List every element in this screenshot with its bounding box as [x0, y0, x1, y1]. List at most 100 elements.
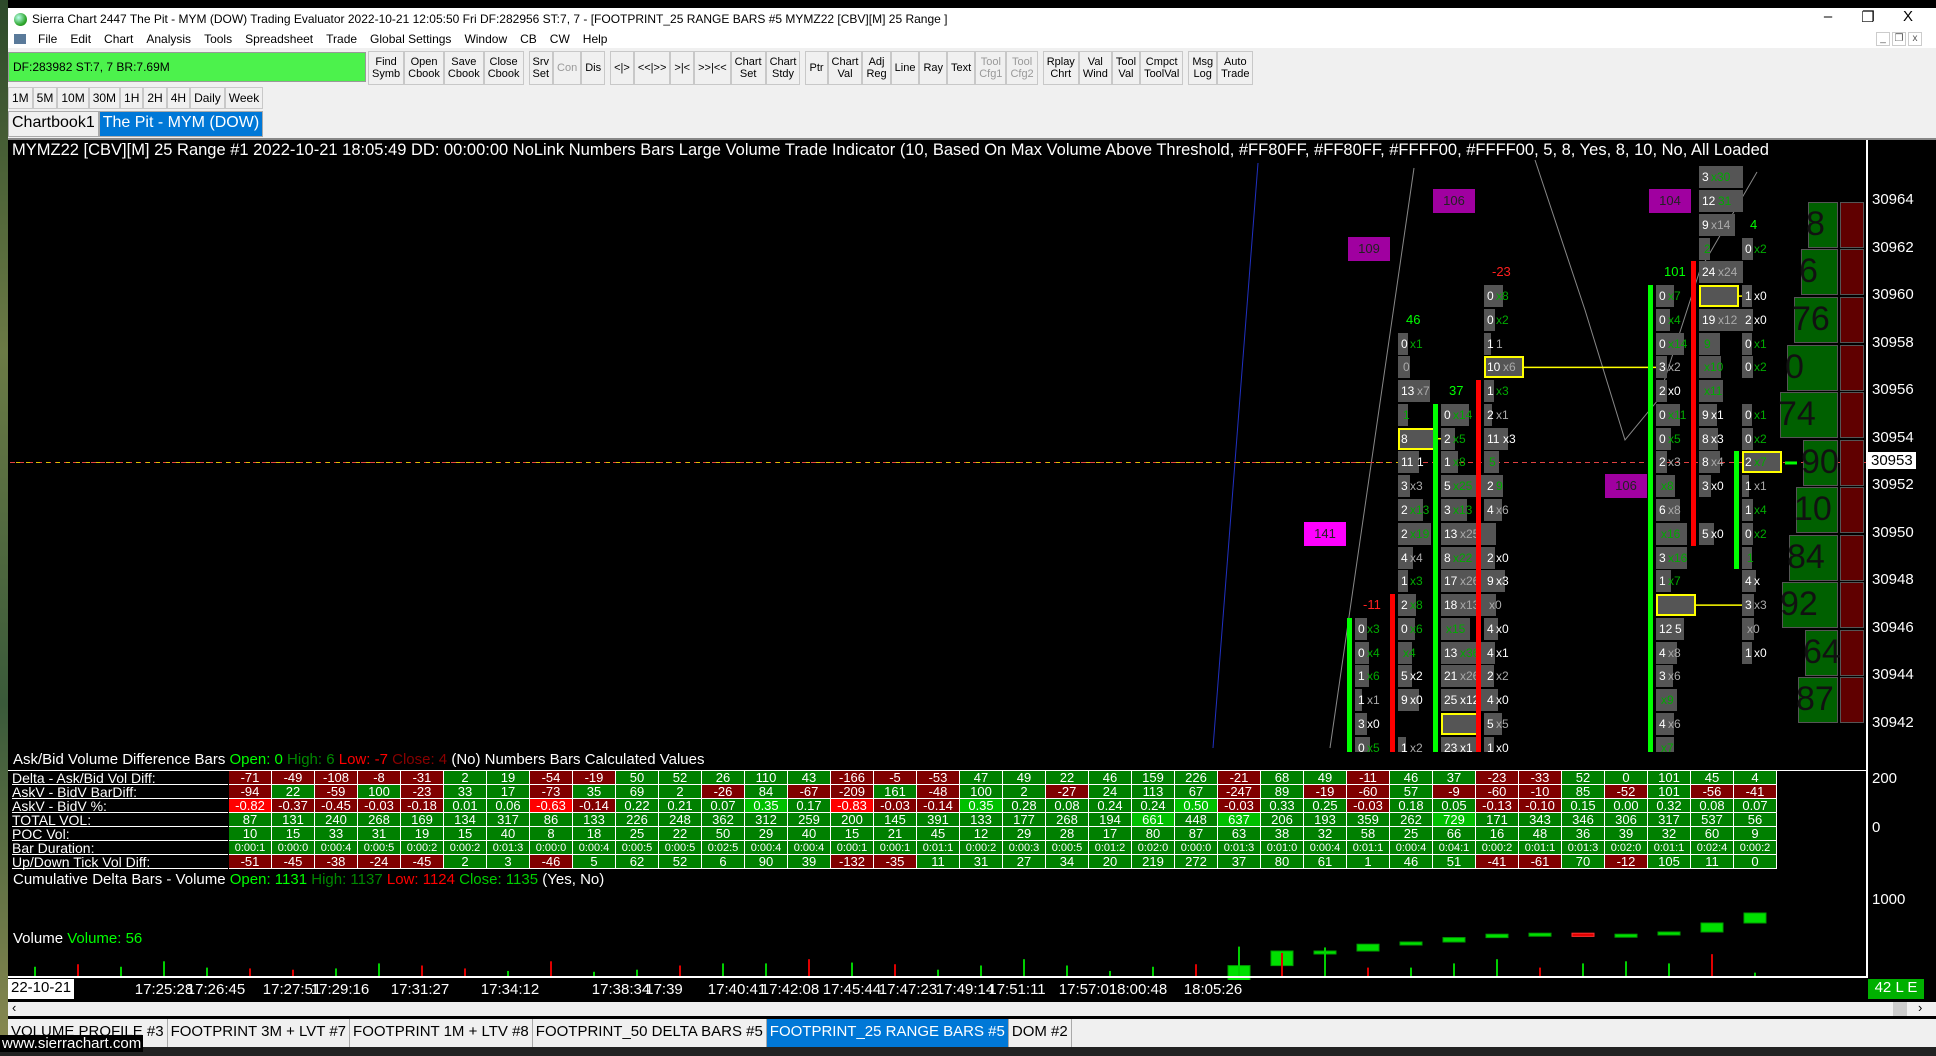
footprint-bid: 3 [1659, 550, 1666, 565]
table-cell: 0:00:0 [272, 841, 315, 855]
footprint-ask: x0 [1711, 479, 1724, 494]
table-cell: -247 [1218, 785, 1261, 799]
footprint-bid: 2 [1401, 526, 1408, 541]
large-volume-trade-box[interactable]: 106 [1605, 474, 1647, 499]
table-cell: 0.24 [1132, 799, 1175, 813]
table-cell: 0.15 [1562, 799, 1605, 813]
table-cell: 105 [1648, 855, 1691, 869]
large-volume-trade-box[interactable]: 104 [1649, 189, 1691, 213]
footprint-ask: x8 [1496, 289, 1509, 304]
chart-tab[interactable]: FOOTPRINT_50 DELTA BARS #5 [533, 1019, 767, 1047]
table-cell: 39 [1605, 827, 1648, 841]
table-cell: -0.18 [401, 799, 444, 813]
large-volume-trade-box[interactable]: 109 [1348, 236, 1390, 261]
table-cell: -59 [315, 785, 358, 799]
footprint-bid: 0 [1745, 360, 1752, 375]
chart-tab[interactable]: FOOTPRINT 1M + LTV #8 [350, 1019, 533, 1047]
footprint-bid: 9 [1702, 217, 1709, 232]
footprint-bid: 3 [1659, 360, 1666, 375]
table-cell: 0.17 [788, 799, 831, 813]
footprint-ask: x6 [1367, 669, 1380, 684]
large-volume-trade-box[interactable]: 106 [1433, 189, 1475, 213]
table-cell: 0.07 [702, 799, 745, 813]
table-cell: 0:00:4 [1390, 841, 1433, 855]
chart-tab[interactable]: FOOTPRINT_25 RANGE BARS #5 [766, 1019, 1009, 1047]
chart-tab[interactable]: FOOTPRINT 3M + LVT #7 [168, 1019, 351, 1047]
table-cell: -54 [530, 771, 573, 785]
table-cell: 312 [745, 813, 788, 827]
footprint-ask: x7 [1417, 384, 1430, 399]
footprint-ask: x16 [1668, 550, 1688, 565]
footprint-ask: x1 [1711, 407, 1724, 422]
table-cell: -60 [1476, 785, 1519, 799]
volume-bar [851, 962, 853, 976]
table-cell: -33 [1519, 771, 1562, 785]
footprint-bid: 2 [1659, 455, 1666, 470]
footprint-ask: x0 [1668, 384, 1681, 399]
table-cell: 34 [1046, 855, 1089, 869]
table-cell: 15 [831, 827, 874, 841]
scroll-left-arrow[interactable]: ‹ [12, 1000, 16, 1015]
scroll-thumb[interactable] [1893, 1002, 1907, 1016]
footprint-bid: 0 [1358, 645, 1365, 660]
cumdelta-candle [1657, 931, 1681, 936]
table-cell: -0.82 [229, 799, 272, 813]
footprint-bid: 4 [1487, 693, 1494, 708]
footprint-chart[interactable]: -11 0 x3 0 x4 1 x6 1 x1 3 x0 0 x5 46 0 x1 0 13 x7 1 8 11 1 3 x3 2… [0, 0, 1866, 752]
footprint-bid: 11 [1401, 455, 1414, 470]
footprint-ask: x3 [1410, 479, 1423, 494]
volume-bar [120, 966, 122, 976]
footprint-bid: 10 [1487, 360, 1501, 375]
price-axis[interactable] [1866, 140, 1868, 978]
footprint-bid: 3 [1444, 503, 1451, 517]
table-cell: 171 [1476, 813, 1519, 827]
table-cell: 0:02:5 [702, 841, 745, 855]
footprint-delta-label: 37 [1449, 383, 1464, 399]
chart-tab[interactable]: DOM #2 [1009, 1019, 1072, 1047]
table-cell: 169 [401, 813, 444, 827]
footprint-bid: 18 [1444, 598, 1458, 613]
volume-bar [679, 965, 681, 976]
footprint-bid: 19 [1702, 312, 1716, 327]
table-cell: 8 [530, 827, 573, 841]
scroll-right-arrow[interactable]: › [1918, 1000, 1922, 1015]
price-label: 30958 [1872, 333, 1914, 351]
table-cell: 0:01:1 [1648, 841, 1691, 855]
volume-bar [1324, 947, 1326, 976]
footprint-bid: 0 [1659, 407, 1666, 422]
table-cell: -46 [530, 855, 573, 869]
footprint-ask: x2 [1410, 669, 1423, 684]
table-cell: 87 [229, 813, 272, 827]
footprint-bid: 0 [1745, 431, 1752, 446]
volume-bar [1453, 963, 1455, 976]
footprint-bid: 3 [1702, 479, 1709, 494]
table-cell: 306 [1605, 813, 1648, 827]
table-cell: 101 [1648, 771, 1691, 785]
volume-profile-bid [1840, 487, 1864, 534]
table-cell: -53 [917, 771, 960, 785]
table-cell: 194 [1089, 813, 1132, 827]
table-cell: 0.25 [1304, 799, 1347, 813]
table-cell: 33 [444, 785, 487, 799]
table-cell: 40 [487, 827, 530, 841]
table-cell: 45 [917, 827, 960, 841]
askbid-open: Open: 0 [229, 751, 283, 768]
footprint-bid: 0 [1745, 241, 1752, 256]
table-cell: 1 [1347, 855, 1390, 869]
table-cell: 0:01:1 [1347, 841, 1390, 855]
table-cell: 4 [1734, 771, 1777, 785]
footprint-ask: x0 [1496, 621, 1509, 636]
table-cell: 48 [1519, 827, 1562, 841]
footprint-bar-range [1691, 261, 1696, 546]
large-volume-trade-box[interactable]: 141 [1304, 521, 1346, 546]
volume-bar [163, 961, 165, 976]
volume-bar [1539, 967, 1541, 976]
table-cell: 0:00:1 [874, 841, 917, 855]
footprint-bid: 3 [1659, 669, 1666, 684]
table-cell: 0.32 [1648, 799, 1691, 813]
horizontal-scrollbar[interactable]: ‹ › [8, 1000, 1936, 1016]
table-cell: 0:00:5 [1046, 841, 1089, 855]
volume-profile-label: 6 [1799, 252, 1818, 291]
table-cell: 262 [1390, 813, 1433, 827]
footprint-ask: x1 [1754, 407, 1767, 422]
